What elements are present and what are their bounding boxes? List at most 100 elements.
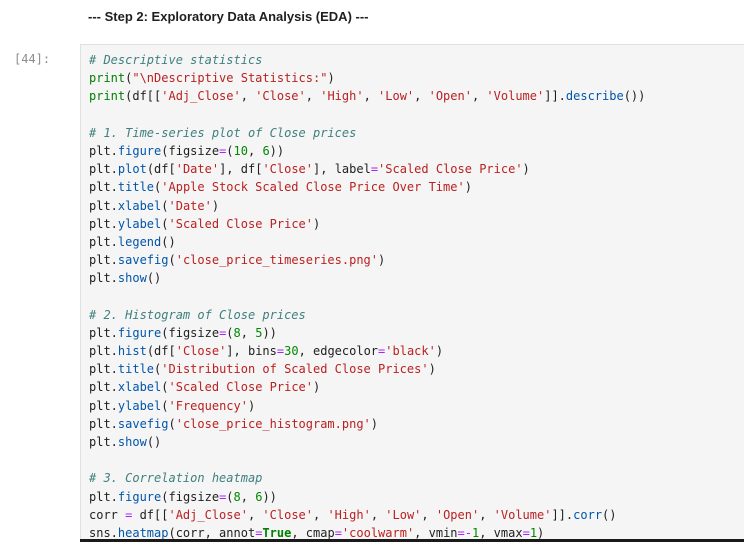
code-token: 'black' <box>385 344 436 358</box>
code-line: print(df[['Adj_Close', 'Close', 'High', … <box>89 87 645 105</box>
code-token: ( <box>226 325 234 340</box>
code-token: 8 <box>233 489 241 504</box>
code-token: 'Scaled Close Price' <box>168 216 314 231</box>
code-token: 'Distribution of Scaled Close Prices' <box>161 362 429 377</box>
code-token: title <box>117 362 155 377</box>
code-token: plt. <box>89 253 118 268</box>
code-token: 'High' <box>327 507 371 522</box>
code-cell[interactable]: # Descriptive statistics print("\nDescrip… <box>80 44 744 542</box>
code-token: ], bins <box>226 344 277 358</box>
code-token: True <box>262 525 292 540</box>
code-token: "\nDescriptive Statistics:" <box>132 71 328 86</box>
code-token: 'Apple Stock Scaled Close Price Over Tim… <box>161 180 465 195</box>
code-token: , <box>247 143 263 158</box>
code-line: # 1. Time-series plot of Close prices <box>89 124 645 142</box>
code-token: corr <box>573 507 603 522</box>
code-token: (corr, annot <box>168 525 256 540</box>
code-token: 'Scaled Close Price' <box>378 162 523 177</box>
code-line: plt.plot(df['Date'], df['Close'], label=… <box>89 160 645 178</box>
code-token: 'Volume' <box>486 89 545 104</box>
markdown-heading: --- Step 2: Exploratory Data Analysis (E… <box>88 9 369 24</box>
code-token: , <box>240 89 256 104</box>
code-token: 'Close' <box>262 162 314 177</box>
code-line: print("\nDescriptive Statistics:") <box>89 69 645 87</box>
code-line: # Descriptive statistics <box>89 51 645 69</box>
code-line: plt.xlabel('Scaled Close Price') <box>89 378 645 396</box>
code-token: 'Date' <box>168 198 212 213</box>
code-token: 'close_price_histogram.png' <box>175 416 371 431</box>
code-token: hist <box>117 344 147 358</box>
markdown-cell[interactable]: --- Step 2: Exploratory Data Analysis (E… <box>80 0 744 38</box>
code-token: (figsize <box>161 143 220 158</box>
code-line: plt.ylabel('Scaled Close Price') <box>89 215 645 233</box>
code-line: plt.savefig('close_price_histogram.png') <box>89 415 645 433</box>
code-token: # Descriptive statistics <box>89 53 263 67</box>
code-token: () <box>146 434 162 449</box>
code-line: plt.ylabel('Frequency') <box>89 397 645 415</box>
code-token: plt. <box>89 434 118 449</box>
code-token: 'close_price_timeseries.png' <box>175 253 379 268</box>
code-token: 8 <box>233 325 241 340</box>
code-token: ( <box>168 253 176 268</box>
code-token: , vmin <box>414 525 458 540</box>
code-token: ) <box>313 380 321 395</box>
code-token: , <box>370 507 386 522</box>
code-token: 'coolwarm' <box>341 525 415 540</box>
code-token: # 2. Histogram of Close prices <box>89 307 306 322</box>
code-token: 'Close' <box>262 507 313 522</box>
code-token: ylabel <box>117 216 162 231</box>
code-token: sns. <box>89 525 118 540</box>
code-token: ()) <box>623 89 646 104</box>
code-token: ) <box>435 344 444 358</box>
code-token: ) <box>327 71 335 86</box>
code-line: corr = df[['Adj_Close', 'Close', 'High',… <box>89 506 645 524</box>
code-token: plt. <box>89 271 118 286</box>
code-token: , <box>414 89 429 104</box>
code-token: 'High' <box>320 89 364 104</box>
code-token: 'Low' <box>385 507 422 522</box>
code-line: plt.figure(figsize=(10, 6)) <box>89 142 645 160</box>
code-token: savefig <box>117 416 169 431</box>
code-token: , <box>363 89 379 104</box>
code-line: plt.hist(df['Close'], bins=30, edgecolor… <box>89 342 645 360</box>
code-token: ) <box>211 198 220 213</box>
code-line: plt.show() <box>89 269 645 287</box>
code-token: (df[ <box>146 162 176 177</box>
code-token: plt. <box>89 416 118 431</box>
code-token: plt. <box>89 198 118 213</box>
code-token: 'Scaled Close Price' <box>168 380 314 395</box>
code-token: heatmap <box>117 525 169 540</box>
code-token: plt. <box>89 325 118 340</box>
code-token: legend <box>117 234 162 249</box>
code-token: ) <box>537 525 545 540</box>
code-token: (figsize <box>161 489 220 504</box>
code-token: = <box>334 525 342 540</box>
code-token: )) <box>269 143 285 158</box>
code-token: ) <box>370 416 379 431</box>
cell-execution-prompt: [44]: <box>14 52 51 66</box>
code-line: plt.figure(figsize=(8, 5)) <box>89 324 645 342</box>
code-token: figure <box>117 489 162 504</box>
code-token: plot <box>117 162 147 177</box>
code-line: plt.savefig('close_price_timeseries.png'… <box>89 251 645 269</box>
code-token: 'Close' <box>175 344 227 358</box>
code-token: (df[[ <box>125 89 162 104</box>
code-editor[interactable]: # Descriptive statistics print("\nDescrip… <box>89 51 645 542</box>
code-token: ) <box>464 180 472 195</box>
code-token: ], df[ <box>219 162 263 177</box>
code-token: savefig <box>117 253 169 268</box>
code-token: = <box>370 162 379 177</box>
code-token: show <box>117 271 147 286</box>
code-token: ( <box>161 216 169 231</box>
code-token: title <box>117 180 155 195</box>
code-token: () <box>602 507 617 522</box>
code-token: ( <box>161 380 169 395</box>
code-token: # 1. Time-series plot of Close prices <box>89 125 357 140</box>
code-token: figure <box>117 143 162 158</box>
code-token: plt. <box>89 216 118 231</box>
code-token: 'Adj_Close' <box>168 507 248 522</box>
code-token: plt. <box>89 344 118 358</box>
code-token: plt. <box>89 180 118 195</box>
code-token: ( <box>168 416 176 431</box>
